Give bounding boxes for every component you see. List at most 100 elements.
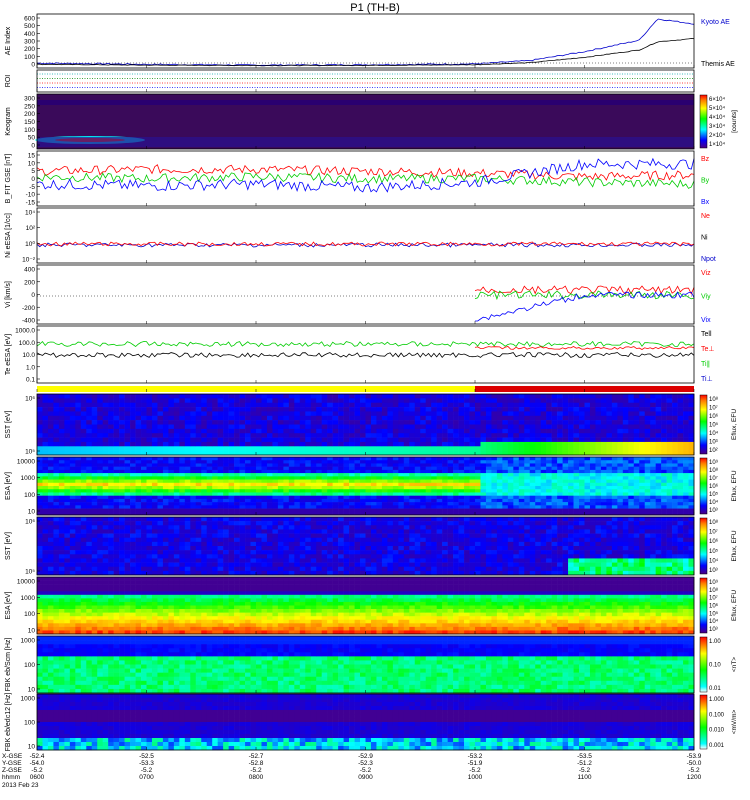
spectrogram-cell: [130, 446, 136, 451]
spectrogram-cell: [496, 469, 503, 474]
spectrogram-cell: [75, 517, 82, 522]
spectrogram-cell: [398, 394, 405, 399]
spectrogram-cell: [365, 463, 372, 467]
spectrogram-cell: [469, 517, 476, 522]
spectrogram-cell: [146, 533, 153, 539]
spectrogram-cell: [141, 541, 147, 547]
spectrogram-cell: [453, 398, 459, 404]
spectrogram-cell: [206, 505, 213, 509]
spectrogram-cell: [327, 541, 333, 547]
spectrogram-cell: [91, 558, 98, 563]
spectrogram-cell: [97, 502, 103, 506]
spectrogram-cell: [288, 489, 295, 493]
spectrogram-cell: [113, 529, 120, 534]
spectrogram-cell: [644, 495, 651, 500]
spectrogram-cell: [190, 558, 197, 563]
spectrogram-cell: [354, 479, 361, 484]
spectrogram-cell: [381, 457, 388, 461]
spectrogram-cell: [321, 529, 328, 534]
spectrogram-cell: [666, 424, 673, 430]
spectrogram-cell: [349, 492, 355, 496]
spectrogram-cell: [327, 495, 333, 500]
spectrogram-cell: [168, 411, 175, 417]
spectrogram-cell: [349, 398, 355, 404]
spectrogram-cell: [622, 402, 629, 408]
spectrogram-cell: [310, 446, 317, 451]
spectrogram-cell: [130, 498, 136, 503]
spectrogram-cell: [496, 473, 503, 477]
spectrogram-cell: [168, 407, 175, 412]
spectrogram-cell: [354, 441, 361, 447]
spectrogram-cell: [42, 420, 49, 425]
spectrogram-cell: [195, 505, 202, 509]
spectrogram-cell: [119, 525, 125, 530]
spectrogram-cell: [250, 469, 257, 474]
spectrogram-cell: [639, 437, 646, 443]
spectrogram-cell: [403, 508, 410, 513]
spectrogram-cell: [436, 562, 443, 568]
spectrogram-cell: [392, 446, 399, 451]
spectrogram-cell: [91, 398, 98, 404]
spectrogram-cell: [370, 492, 377, 496]
spectrogram-cell: [639, 469, 646, 474]
spectrogram-cell: [332, 558, 339, 563]
spectrogram-cell: [80, 533, 87, 539]
spectrogram-cell: [146, 402, 153, 408]
spectrogram-cell: [119, 457, 125, 461]
spectrogram-cell: [91, 537, 98, 543]
spectrogram-cell: [365, 525, 372, 530]
spectrogram-cell: [376, 437, 383, 443]
spectrogram-cell: [611, 460, 618, 464]
spectrogram-cell: [381, 479, 388, 484]
spectrogram-cell: [162, 424, 169, 430]
spectrogram-cell: [398, 495, 405, 500]
spectrogram-cell: [436, 424, 443, 430]
spectrogram-cell: [316, 495, 322, 500]
spectrogram-cell: [546, 473, 552, 477]
spectrogram-cell: [283, 537, 290, 543]
spectrogram-cell: [338, 529, 344, 534]
spectrogram-cell: [354, 476, 361, 480]
spectrogram-cell: [644, 433, 651, 438]
spectrogram-cell: [141, 433, 147, 438]
spectrogram-cell: [217, 441, 224, 447]
spectrogram-cell: [239, 394, 246, 399]
spectrogram-cell: [589, 437, 596, 443]
spectrogram-cell: [343, 492, 350, 496]
spectrogram-cell: [86, 433, 93, 438]
spectrogram-cell: [546, 402, 552, 408]
spectrogram-cell: [102, 402, 109, 408]
spectrogram-cell: [458, 482, 465, 487]
spectrogram-cell: [370, 482, 377, 487]
spectrogram-cell: [431, 469, 437, 474]
spectrogram-cell: [310, 437, 317, 443]
spectrogram-cell: [600, 415, 607, 421]
spectrogram-cell: [266, 495, 273, 500]
spectrogram-cell: [568, 508, 574, 513]
spectrogram-cell: [655, 407, 662, 412]
spectrogram-cell: [37, 441, 43, 447]
spectrogram-cell: [283, 415, 290, 421]
spectrogram-cell: [332, 550, 339, 555]
spectrogram-cell: [447, 546, 454, 551]
spectrogram-cell: [212, 420, 218, 425]
spectrogram-cell: [173, 492, 180, 496]
spectrogram-cell: [513, 398, 520, 404]
spectrogram-cell: [606, 411, 613, 417]
spectrogram-cell: [201, 466, 208, 471]
spectrogram-cell: [496, 457, 503, 461]
spectrogram-cell: [261, 398, 268, 404]
spectrogram-cell: [606, 486, 613, 490]
spectrogram-cell: [376, 415, 383, 421]
spectrogram-cell: [469, 541, 476, 547]
spectrogram-cell: [195, 457, 202, 461]
spectrogram-cell: [392, 541, 399, 547]
spectrogram-cell: [513, 460, 520, 464]
spectrogram-cell: [108, 492, 114, 496]
spectrogram-cell: [135, 498, 142, 503]
spectrogram-cell: [584, 394, 591, 399]
spectrogram-cell: [677, 482, 684, 487]
spectrogram-cell: [480, 411, 487, 417]
spectrogram-cell: [124, 562, 131, 568]
spectrogram-cell: [370, 505, 377, 509]
